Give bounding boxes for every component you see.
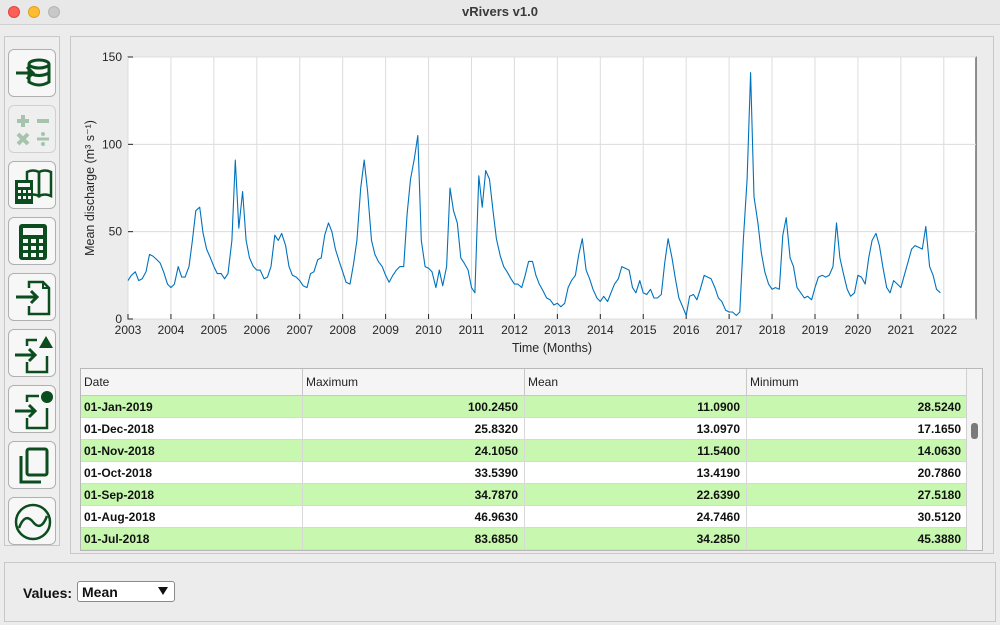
column-header-date[interactable]: Date: [81, 369, 303, 395]
table-row[interactable]: 01-Nov-2018 24.1050 11.5400 14.0630: [81, 440, 968, 462]
chart-svg: 050100150 2003 2004 2005 2006 2007 2008 2009 20…: [83, 50, 977, 355]
cell-maximum: 24.1050: [303, 440, 525, 462]
arithmetic-operators-icon: [16, 115, 49, 146]
x-tick-label: 2018: [759, 323, 786, 337]
cell-date: 01-Jul-2018: [81, 528, 303, 550]
cell-minimum: 28.5240: [747, 396, 968, 418]
import-database-icon: [16, 58, 51, 87]
import-file-icon: [16, 280, 51, 316]
cell-maximum: 46.9630: [303, 506, 525, 528]
import-file-circle-icon: [15, 391, 53, 430]
data-table: Date Maximum Mean Minimum 01-Jan-2019 10…: [80, 368, 983, 551]
import-file-triangle-icon: [15, 336, 53, 374]
cell-date: 01-Oct-2018: [81, 462, 303, 484]
values-selected: Mean: [82, 584, 118, 600]
x-tick-label: 2022: [930, 323, 957, 337]
copy-button[interactable]: [8, 441, 56, 489]
y-tick-label: 100: [102, 137, 122, 151]
x-axis-label: Time (Months): [512, 341, 592, 355]
cell-maximum: 33.5390: [303, 462, 525, 484]
table-row[interactable]: 01-Jan-2019 100.2450 11.0900 28.5240: [81, 396, 968, 418]
calculator-book-button[interactable]: [8, 161, 56, 209]
cell-mean: 24.7460: [525, 506, 747, 528]
y-tick-label: 150: [102, 50, 122, 64]
table-row[interactable]: 01-Aug-2018 46.9630 24.7460 30.5120: [81, 506, 968, 528]
cell-maximum: 25.8320: [303, 418, 525, 440]
y-axis-label: Mean discharge (m³ s⁻¹): [83, 120, 97, 256]
cell-minimum: 17.1650: [747, 418, 968, 440]
import-file-button[interactable]: [8, 273, 56, 321]
x-tick-label: 2013: [544, 323, 571, 337]
plot-area: [127, 56, 977, 320]
column-header-mean[interactable]: Mean: [525, 369, 747, 395]
title-bar: vRivers v1.0: [0, 0, 1000, 25]
table-row[interactable]: 01-Dec-2018 25.8320 13.0970 17.1650: [81, 418, 968, 440]
cell-date: 01-Dec-2018: [81, 418, 303, 440]
x-tick-label: 2021: [888, 323, 915, 337]
scrollbar-thumb[interactable]: [971, 423, 978, 439]
cell-maximum: 34.7870: [303, 484, 525, 506]
cell-minimum: 27.5180: [747, 484, 968, 506]
cell-mean: 13.0970: [525, 418, 747, 440]
values-label: Values:: [23, 585, 73, 601]
table-row[interactable]: 01-Jul-2018 83.6850 34.2850 45.3880: [81, 528, 968, 550]
table-scrollbar[interactable]: [966, 369, 982, 550]
cell-maximum: 100.2450: [303, 396, 525, 418]
cell-minimum: 45.3880: [747, 528, 968, 550]
left-toolbar: [4, 36, 60, 546]
import-database-button[interactable]: [8, 49, 56, 97]
table-row[interactable]: 01-Sep-2018 34.7870 22.6390 27.5180: [81, 484, 968, 506]
x-tick-label: 2011: [459, 323, 485, 337]
cell-mean: 34.2850: [525, 528, 747, 550]
cell-date: 01-Jan-2019: [81, 396, 303, 418]
cell-minimum: 14.0630: [747, 440, 968, 462]
cell-mean: 11.5400: [525, 440, 747, 462]
x-tick-label: 2009: [372, 323, 399, 337]
plot-button[interactable]: [8, 497, 56, 545]
calculator-icon: [19, 224, 47, 260]
x-tick-label: 2005: [201, 323, 228, 337]
x-tick-label: 2015: [630, 323, 657, 337]
x-tick-label: 2007: [286, 323, 313, 337]
column-header-maximum[interactable]: Maximum: [303, 369, 525, 395]
bottom-panel: Values: Mean: [4, 562, 996, 622]
x-tick-label: 2006: [243, 323, 270, 337]
cell-date: 01-Nov-2018: [81, 440, 303, 462]
x-tick-label: 2020: [845, 323, 872, 337]
cell-mean: 22.6390: [525, 484, 747, 506]
column-header-minimum[interactable]: Minimum: [747, 369, 968, 395]
arithmetic-button[interactable]: [8, 105, 56, 153]
x-tick-label: 2019: [802, 323, 829, 337]
cell-date: 01-Aug-2018: [81, 506, 303, 528]
x-tick-label: 2017: [716, 323, 743, 337]
table-header: Date Maximum Mean Minimum: [81, 369, 968, 396]
calculator-button[interactable]: [8, 217, 56, 265]
cell-mean: 11.0900: [525, 396, 747, 418]
import-file-triangle-button[interactable]: [8, 329, 56, 377]
x-tick-label: 2003: [115, 323, 142, 337]
cell-minimum: 30.5120: [747, 506, 968, 528]
table-row[interactable]: 01-Oct-2018 33.5390 13.4190 20.7860: [81, 462, 968, 484]
x-tick-label: 2014: [587, 323, 614, 337]
values-dropdown[interactable]: Mean: [77, 581, 175, 602]
window-title: vRivers v1.0: [462, 4, 538, 19]
discharge-chart: 0 50 100 150 2003 2004 2005 2006 2007 2008 2009 20…: [78, 40, 988, 362]
x-tick-label: 2012: [501, 323, 528, 337]
x-tick-label: 2016: [673, 323, 700, 337]
copy-icon: [19, 447, 49, 484]
x-tick-label: 2010: [415, 323, 442, 337]
y-tick-label: 50: [109, 225, 123, 239]
cell-date: 01-Sep-2018: [81, 484, 303, 506]
calculator-book-icon: [15, 169, 53, 204]
import-file-circle-button[interactable]: [8, 385, 56, 433]
chevron-down-icon: [158, 587, 168, 595]
x-tick-label: 2008: [329, 323, 356, 337]
cell-maximum: 83.6850: [303, 528, 525, 550]
x-tick-label: 2004: [158, 323, 185, 337]
plot-icon: [14, 503, 52, 541]
cell-mean: 13.4190: [525, 462, 747, 484]
cell-minimum: 20.7860: [747, 462, 968, 484]
